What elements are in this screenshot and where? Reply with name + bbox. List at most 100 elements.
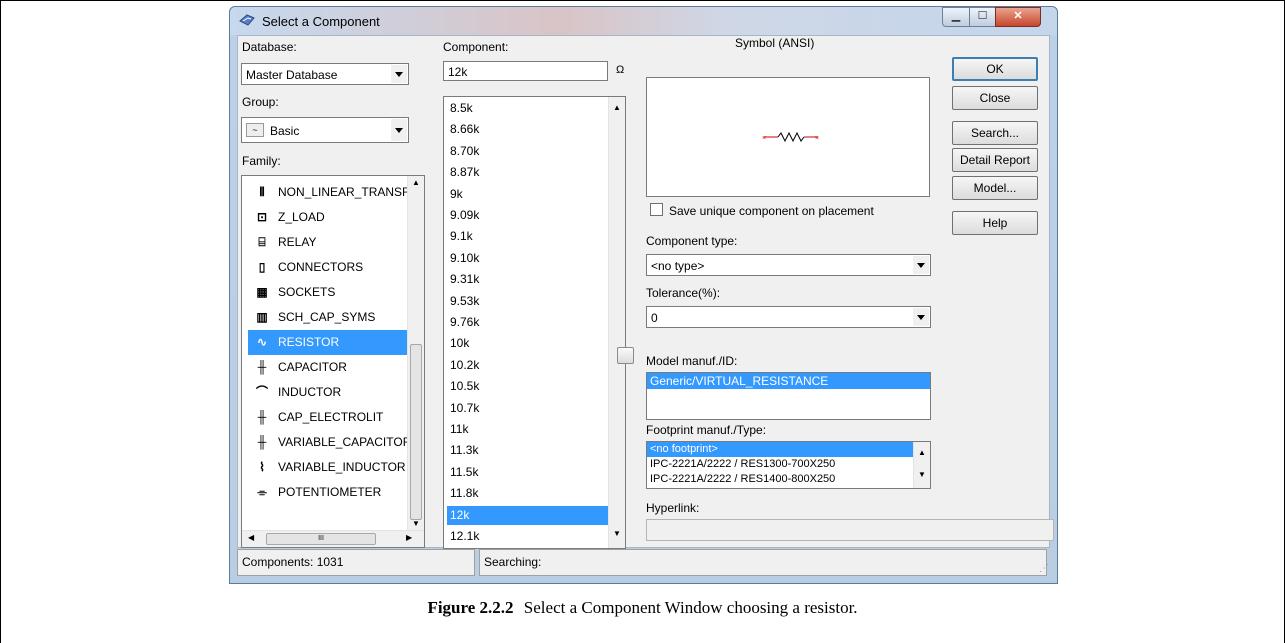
family-item-sockets[interactable]: ▦ SOCKETS: [248, 280, 414, 305]
scroll-up-icon[interactable]: ▲: [412, 178, 420, 187]
scroll-down-icon[interactable]: ▼: [918, 470, 926, 479]
component-list-item[interactable]: 9.1k: [447, 227, 610, 246]
component-list-item[interactable]: 9.09k: [447, 206, 610, 225]
component-list-item[interactable]: 9.31k: [447, 270, 610, 289]
family-item-resistor[interactable]: ∿ RESISTOR: [248, 330, 414, 355]
family-item-variable-capacitof[interactable]: ╫ VARIABLE_CAPACITOF: [248, 430, 414, 455]
scroll-left-icon[interactable]: ◀: [248, 533, 254, 542]
component-list-item[interactable]: 11.3k: [447, 441, 610, 460]
database-select[interactable]: Master Database: [241, 63, 409, 85]
database-label: Database:: [242, 40, 297, 54]
family-vertical-scrollbar[interactable]: ▲ ▼: [407, 176, 424, 532]
ok-button[interactable]: OK: [952, 57, 1038, 81]
component-list-item[interactable]: 8.87k: [447, 163, 610, 182]
chevron-down-icon[interactable]: [391, 119, 407, 141]
family-scroll-thumb[interactable]: [410, 344, 422, 520]
scroll-up-icon[interactable]: ▲: [613, 103, 621, 112]
chevron-down-icon[interactable]: [391, 65, 407, 83]
family-item-cap-electrolit[interactable]: ╫ CAP_ELECTROLIT: [248, 405, 414, 430]
component-list-item[interactable]: 9.10k: [447, 249, 610, 268]
footprint-vertical-scrollbar[interactable]: ▲ ▼: [913, 442, 930, 488]
model-id-item[interactable]: Generic/VIRTUAL_RESISTANCE: [647, 373, 930, 389]
minimize-button[interactable]: ▁: [942, 7, 970, 27]
footprint-item[interactable]: <no footprint>: [647, 442, 913, 457]
family-item-label: NON_LINEAR_TRANSF: [278, 185, 410, 199]
chevron-down-icon[interactable]: [913, 308, 929, 326]
component-list-item[interactable]: 10.2k: [447, 356, 610, 375]
component-list-item[interactable]: 8.5k: [447, 99, 610, 118]
hyperlink-label: Hyperlink:: [646, 501, 700, 515]
component-label: Component:: [443, 40, 509, 54]
title-bar[interactable]: Select a Component ▁ ☐ ✕: [230, 7, 1057, 35]
symbol-label: Symbol (ANSI): [735, 36, 815, 50]
component-list-item[interactable]: 8.66k: [447, 120, 610, 139]
variable-inductor-icon: ⌇: [259, 460, 265, 474]
footprint-item[interactable]: IPC-2221A/2222 / RES1300-700X250: [647, 457, 913, 472]
family-item-variable-inductor[interactable]: ⌇ VARIABLE_INDUCTOR: [248, 455, 414, 480]
group-label: Group:: [242, 95, 279, 109]
component-list-item[interactable]: 9k: [447, 185, 610, 204]
scroll-up-icon[interactable]: ▲: [918, 448, 926, 457]
family-item-label: CAP_ELECTROLIT: [278, 410, 384, 424]
component-list-item[interactable]: 9.53k: [447, 292, 610, 311]
help-button[interactable]: Help: [952, 211, 1038, 235]
tolerance-select[interactable]: 0: [646, 306, 931, 328]
figure-caption: Figure 2.2.2 Select a Component Window c…: [0, 598, 1285, 618]
resize-grip-icon[interactable]: ⋰: [1039, 563, 1049, 574]
component-type-select[interactable]: <no type>: [646, 254, 931, 276]
minimize-icon: ▁: [951, 10, 961, 22]
group-select[interactable]: ~ Basic: [241, 117, 409, 143]
family-item-sch-cap-syms[interactable]: ▥ SCH_CAP_SYMS: [248, 305, 414, 330]
component-search-input[interactable]: 12k: [443, 61, 608, 81]
footprint-list[interactable]: <no footprint> IPC-2221A/2222 / RES1300-7…: [646, 441, 931, 489]
family-item-non-linear-transf[interactable]: ⫴ NON_LINEAR_TRANSF: [248, 180, 414, 205]
family-item-connectors[interactable]: ▯ CONNECTORS: [248, 255, 414, 280]
component-list-item[interactable]: 12k: [447, 505, 610, 525]
scroll-down-icon[interactable]: ▼: [613, 529, 621, 538]
component-vertical-scrollbar[interactable]: ▲ ▼: [608, 97, 625, 548]
footprint-item[interactable]: IPC-2221A/2222 / RES1400-800X250: [647, 472, 913, 487]
select-component-window: Select a Component ▁ ☐ ✕ Database: Maste…: [229, 6, 1058, 584]
family-item-inductor[interactable]: ⌒ INDUCTOR: [248, 380, 414, 405]
component-list-item[interactable]: 11k: [447, 420, 610, 439]
family-list[interactable]: ⫴ NON_LINEAR_TRANSF ⊡ Z_LOAD ⌸ RELAY ▯ CONNECTO…: [241, 175, 425, 548]
family-item-relay[interactable]: ⌸ RELAY: [248, 230, 414, 255]
hyperlink-field[interactable]: [646, 519, 1054, 541]
component-list-item[interactable]: 11.8k: [447, 484, 610, 503]
save-unique-checkbox[interactable]: [650, 203, 663, 216]
variable-capacitor-icon: ╫: [257, 435, 267, 449]
search-button[interactable]: Search...: [952, 121, 1038, 145]
chevron-down-icon[interactable]: [913, 256, 929, 274]
component-list-item[interactable]: 10.7k: [447, 399, 610, 418]
scroll-right-icon[interactable]: ▶: [406, 533, 412, 542]
family-item-z-load[interactable]: ⊡ Z_LOAD: [248, 205, 414, 230]
maximize-button[interactable]: ☐: [969, 7, 996, 27]
status-components: Components: 1031: [237, 549, 475, 576]
model-button[interactable]: Model...: [952, 176, 1038, 200]
component-list-item[interactable]: 10k: [447, 334, 610, 353]
family-item-potentiometer[interactable]: ⌯ POTENTIOMETER: [248, 480, 414, 505]
model-id-list[interactable]: Generic/VIRTUAL_RESISTANCE: [646, 372, 931, 420]
detail-report-button[interactable]: Detail Report: [952, 148, 1038, 172]
family-label: Family:: [242, 154, 281, 168]
family-horizontal-scrollbar[interactable]: ◀ III ▶: [242, 530, 424, 547]
close-icon: ✕: [1013, 10, 1023, 22]
capacitor-icon: ╫: [257, 360, 267, 374]
scroll-down-icon[interactable]: ▼: [412, 519, 420, 528]
family-hscroll-thumb[interactable]: III: [266, 533, 376, 545]
component-list-item[interactable]: 11.5k: [447, 463, 610, 482]
component-type-value: <no type>: [651, 259, 705, 273]
close-window-button[interactable]: ✕: [995, 7, 1041, 27]
database-value: Master Database: [246, 68, 338, 82]
tolerance-label: Tolerance(%):: [646, 286, 721, 300]
component-list-item[interactable]: 12.1k: [447, 527, 610, 546]
family-item-capacitor[interactable]: ╫ CAPACITOR: [248, 355, 414, 380]
component-scroll-thumb[interactable]: [617, 347, 634, 364]
status-searching: Searching:: [479, 549, 1047, 576]
component-list-item[interactable]: 8.70k: [447, 142, 610, 161]
component-list-item[interactable]: 9.76k: [447, 313, 610, 332]
component-list[interactable]: 8.5k 8.66k 8.70k 8.87k 9k 9.09k 9.1k 9.10k 9.31k…: [443, 96, 626, 549]
close-button[interactable]: Close: [952, 86, 1038, 110]
component-list-item[interactable]: 10.5k: [447, 377, 610, 396]
family-item-label: Z_LOAD: [278, 210, 325, 224]
